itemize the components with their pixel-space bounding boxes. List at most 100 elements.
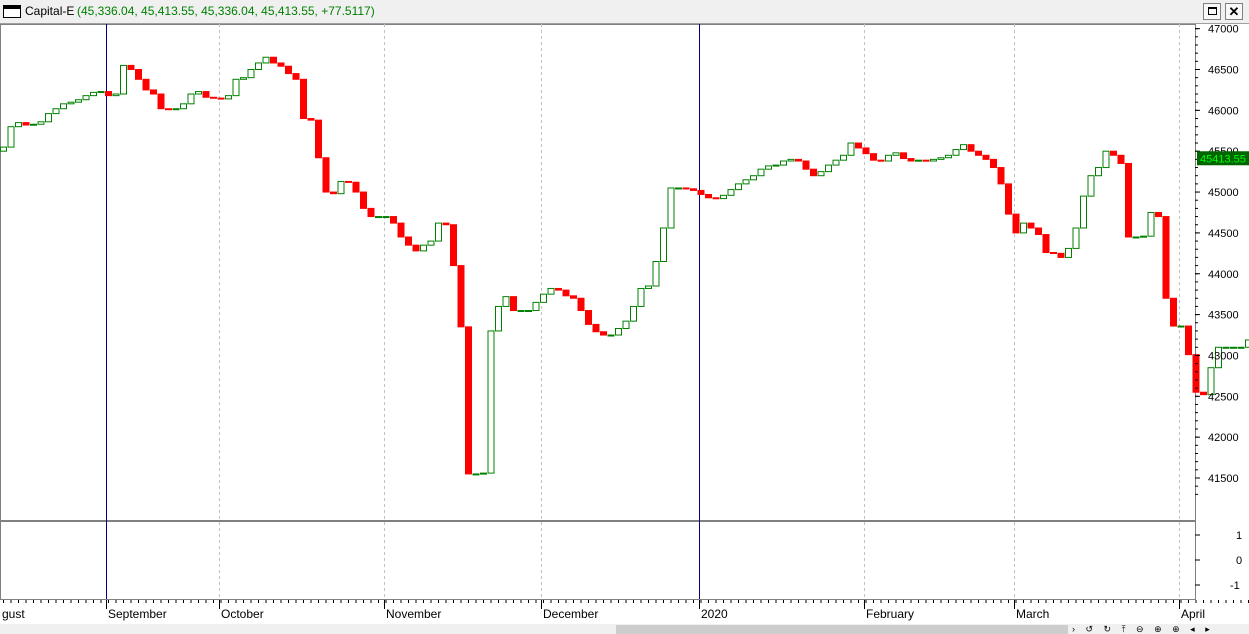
candle[interactable] [832, 159, 840, 166]
candle[interactable] [337, 180, 345, 195]
candle[interactable] [1080, 195, 1087, 229]
candle[interactable] [1057, 252, 1065, 258]
candle[interactable] [795, 158, 802, 162]
candle[interactable] [600, 331, 607, 336]
candle[interactable] [810, 168, 817, 177]
candle[interactable] [1125, 162, 1132, 238]
candle[interactable] [390, 216, 397, 224]
candle[interactable] [1162, 216, 1170, 299]
candle[interactable] [1087, 175, 1095, 197]
candle[interactable] [750, 175, 757, 181]
candle[interactable] [420, 244, 427, 252]
candle[interactable] [300, 78, 307, 120]
candle[interactable] [757, 168, 765, 177]
candle[interactable] [165, 108, 172, 111]
candle[interactable] [427, 240, 435, 246]
candle[interactable] [195, 91, 202, 95]
candle[interactable] [525, 310, 532, 313]
candle[interactable] [60, 103, 67, 110]
candle[interactable] [37, 121, 45, 125]
candle[interactable] [570, 295, 577, 299]
candle[interactable] [7, 126, 15, 148]
candle[interactable] [742, 179, 750, 185]
candle[interactable] [450, 224, 457, 267]
candle[interactable] [615, 327, 622, 336]
restore-button[interactable] [1203, 3, 1221, 20]
candle[interactable] [765, 165, 772, 170]
candle[interactable] [975, 150, 982, 156]
candle[interactable] [1095, 167, 1102, 177]
candle[interactable] [997, 167, 1005, 185]
candle[interactable] [540, 293, 547, 303]
candle[interactable] [45, 113, 52, 123]
candle[interactable] [247, 69, 255, 79]
candle[interactable] [937, 157, 945, 160]
candle[interactable] [870, 153, 877, 161]
candle[interactable] [607, 334, 615, 337]
candle[interactable] [1230, 346, 1237, 349]
candle[interactable] [517, 310, 525, 313]
candle[interactable] [322, 157, 330, 193]
candle[interactable] [225, 95, 232, 100]
candle[interactable] [892, 152, 900, 156]
candle[interactable] [1237, 346, 1245, 349]
candle[interactable] [270, 56, 277, 64]
candle[interactable] [315, 119, 322, 159]
candle[interactable] [817, 171, 825, 177]
candle[interactable] [292, 73, 300, 80]
candle[interactable] [802, 160, 810, 170]
candle[interactable] [967, 144, 975, 152]
candle[interactable] [307, 118, 315, 121]
candle[interactable] [375, 216, 382, 219]
candle[interactable] [712, 197, 720, 200]
candle[interactable] [862, 147, 870, 155]
candle[interactable] [667, 187, 675, 229]
candle[interactable] [180, 103, 187, 110]
candle[interactable] [637, 287, 645, 307]
candle[interactable] [960, 144, 967, 151]
scroll-thumb[interactable] [616, 625, 1068, 634]
candle[interactable] [457, 265, 465, 328]
candle[interactable] [495, 305, 502, 332]
candle[interactable] [780, 160, 787, 166]
candle[interactable] [382, 216, 390, 219]
candle[interactable] [0, 146, 7, 152]
candle[interactable] [1072, 227, 1080, 249]
candle[interactable] [1245, 339, 1249, 348]
candle[interactable] [1117, 154, 1125, 164]
candle[interactable] [352, 181, 360, 193]
candle[interactable] [982, 154, 990, 160]
horizontal-scrollbar[interactable]: › ↺ ↻ ⤒ ⊖ ⊕ ⊕ ◂ ▸ [0, 624, 1249, 634]
candle[interactable] [285, 65, 292, 75]
candle[interactable] [435, 222, 442, 242]
candle[interactable] [232, 78, 240, 97]
candle[interactable] [52, 108, 60, 115]
candle[interactable] [885, 154, 892, 162]
candle[interactable] [682, 187, 690, 190]
candle[interactable] [735, 183, 742, 191]
candle[interactable] [660, 227, 667, 262]
candle[interactable] [1042, 234, 1050, 254]
candle[interactable] [412, 244, 420, 252]
candle[interactable] [367, 207, 375, 218]
close-button[interactable]: ✕ [1225, 3, 1243, 20]
candle[interactable] [405, 236, 412, 246]
candle[interactable] [90, 91, 97, 97]
candle[interactable] [847, 142, 855, 156]
candle[interactable] [1005, 183, 1012, 215]
candle[interactable] [502, 296, 510, 307]
candle[interactable] [930, 158, 937, 162]
candle[interactable] [30, 123, 37, 126]
candle[interactable] [487, 330, 495, 474]
candle[interactable] [900, 152, 907, 160]
candle[interactable] [562, 289, 570, 297]
candle[interactable] [1102, 150, 1110, 169]
candle[interactable] [840, 154, 847, 161]
candle[interactable] [532, 301, 540, 312]
candle[interactable] [112, 93, 120, 97]
candle[interactable] [150, 89, 157, 95]
candle[interactable] [210, 96, 217, 99]
candle[interactable] [547, 287, 555, 295]
candle[interactable] [1110, 150, 1117, 156]
candle[interactable] [825, 164, 832, 173]
